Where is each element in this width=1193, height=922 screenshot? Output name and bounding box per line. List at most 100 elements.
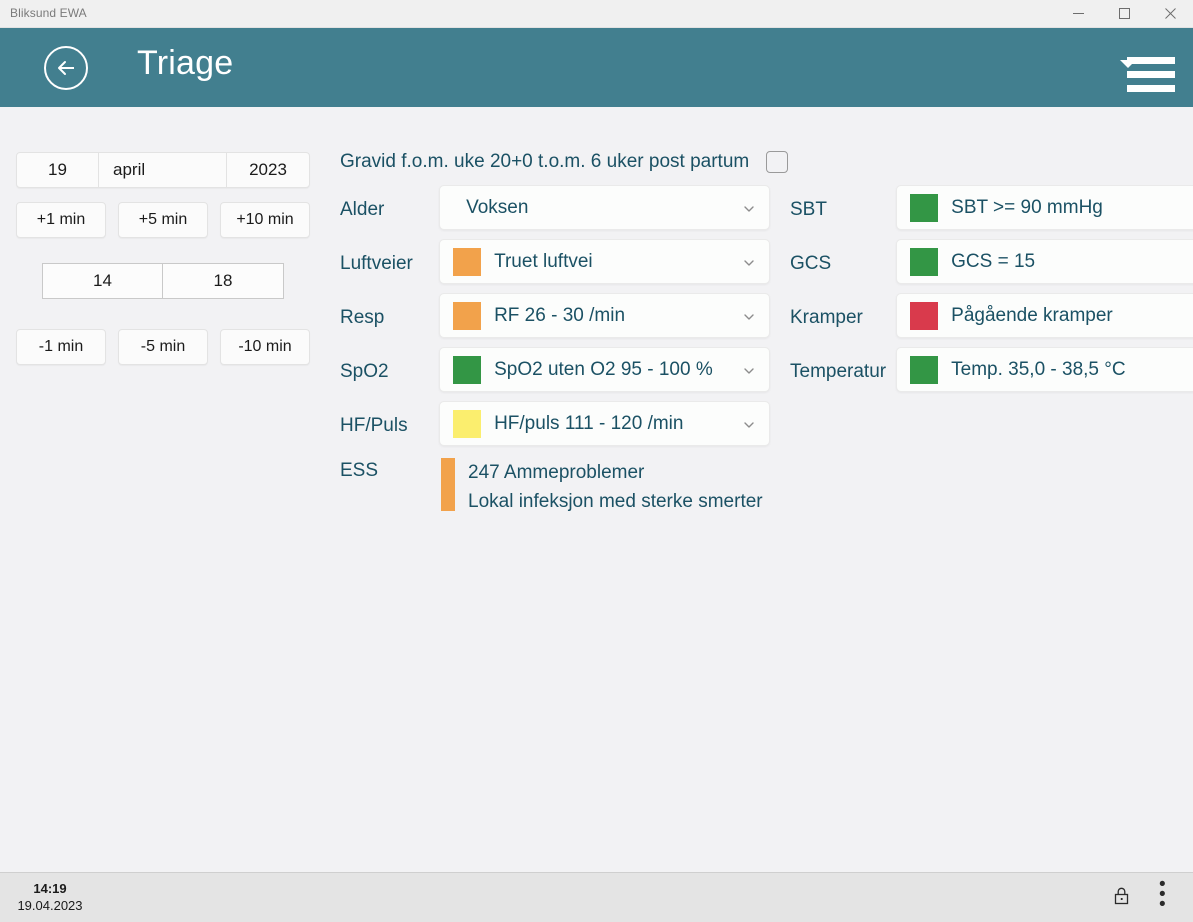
luftveier-color-swatch [453,247,482,276]
luftveier-value: Truet luftvei [494,250,593,272]
gravid-row: Gravid f.o.m. uke 20+0 t.o.m. 6 uker pos… [340,151,789,173]
overflow-button[interactable]: • • • [1159,874,1183,915]
time-field-group: 14 18 [42,263,284,299]
taskbar-clock[interactable]: 14:19 19.04.2023 [12,880,88,914]
resp-value: RF 26 - 30 /min [494,304,626,326]
field-kramper: Kramper Pågående kramper [790,293,1193,338]
gravid-label: Gravid f.o.m. uke 20+0 t.o.m. 6 uker pos… [340,151,750,172]
sbt-value: SBT >= 90 mmHg [951,196,1103,218]
time-minute-input[interactable]: 18 [163,264,283,298]
field-gcs: GCS GCS = 15 [790,239,1193,284]
field-label-alder: Alder [340,199,385,220]
date-field-group: 19 april 2023 [16,152,310,188]
ess-line-2: Lokal infeksjon med sterke smerter [468,491,763,512]
chevron-down-icon [744,422,754,428]
window-controls [1055,0,1193,27]
spo2-color-swatch [453,355,482,384]
field-label-resp: Resp [340,307,385,328]
back-button[interactable] [44,46,88,90]
sbt-select[interactable]: SBT >= 90 mmHg [896,185,1193,230]
field-label-ess: ESS [340,460,379,481]
ess-color-swatch [441,458,455,511]
hf-puls-value: HF/puls 111 - 120 /min [494,412,684,434]
field-label-kramper: Kramper [790,307,863,328]
field-alder: Alder Voksen [340,185,770,230]
add-minutes-button-row: +1 min +5 min +10 min [16,202,310,238]
subtract-10-min-button[interactable]: -10 min [220,329,310,365]
chevron-down-icon [744,314,754,320]
field-spo2: SpO2 SpO2 uten O2 95 - 100 % [340,347,770,392]
kramper-color-swatch [910,301,939,330]
spo2-select[interactable]: SpO2 uten O2 95 - 100 % [439,347,770,392]
field-ess: ESS 247 Ammeproblemer Lokal infeksjon me… [340,458,770,516]
kramper-select[interactable]: Pågående kramper [896,293,1193,338]
close-button[interactable] [1147,0,1193,27]
close-icon [1164,8,1176,19]
triage-fields-right: SBT SBT >= 90 mmHg GCS GCS = 15 Kramper … [790,185,1193,401]
alder-select[interactable]: Voksen [439,185,770,230]
chevron-down-icon [744,260,754,266]
field-label-hf-puls: HF/Puls [340,415,408,436]
subtract-1-min-button[interactable]: -1 min [16,329,106,365]
subtract-minutes-button-row: -1 min -5 min -10 min [16,329,310,365]
date-year-input[interactable]: 2023 [227,153,309,187]
field-label-temperatur: Temperatur [790,361,887,382]
minimize-button[interactable] [1055,0,1101,27]
luftveier-select[interactable]: Truet luftvei [439,239,770,284]
lock-icon[interactable] [1109,882,1133,908]
resp-color-swatch [453,301,482,330]
kramper-value: Pågående kramper [951,304,1113,326]
field-label-gcs: GCS [790,253,832,274]
add-5-min-button[interactable]: +5 min [118,202,208,238]
gcs-value: GCS = 15 [951,250,1036,272]
main-content: 19 april 2023 +1 min +5 min +10 min 14 1… [0,107,1193,872]
subtract-5-min-button[interactable]: -5 min [118,329,208,365]
system-tray: • • • [1109,874,1183,915]
resp-select[interactable]: RF 26 - 30 /min [439,293,770,338]
add-1-min-button[interactable]: +1 min [16,202,106,238]
field-label-spo2: SpO2 [340,361,389,382]
field-sbt: SBT SBT >= 90 mmHg [790,185,1193,230]
os-taskbar: 14:19 19.04.2023 • • • [0,872,1193,922]
page-title: Triage [137,44,234,82]
application-window: Bliksund EWA Triage 19 april 2023 +1 min… [0,0,1193,922]
temperatur-value: Temp. 35,0 - 38,5 °C [951,358,1126,380]
date-month-input[interactable]: april [99,153,227,187]
field-label-luftveier: Luftveier [340,253,413,274]
padlock-icon [1114,887,1128,904]
maximize-button[interactable] [1101,0,1147,27]
hamburger-icon [1127,57,1175,92]
chevron-down-icon [744,206,754,212]
ellipsis-icon: • • • [1159,874,1168,915]
time-hour-input[interactable]: 14 [43,264,163,298]
gcs-select[interactable]: GCS = 15 [896,239,1193,284]
window-title: Bliksund EWA [10,6,87,20]
triage-fields-left: Alder Voksen Luftveier Truet luftvei Res… [340,185,770,516]
gravid-checkbox[interactable] [766,151,789,173]
window-title-bar: Bliksund EWA [0,0,1193,28]
arrow-left-icon [58,61,74,75]
ess-text-block[interactable]: 247 Ammeproblemer Lokal infeksjon med st… [468,458,763,516]
gcs-color-swatch [910,247,939,276]
app-header: Triage [0,28,1193,107]
sbt-color-swatch [910,193,939,222]
spo2-value: SpO2 uten O2 95 - 100 % [494,358,713,380]
taskbar-time: 14:19 [33,881,67,896]
ess-line-1: 247 Ammeproblemer [468,462,645,483]
field-resp: Resp RF 26 - 30 /min [340,293,770,338]
date-day-input[interactable]: 19 [17,153,99,187]
chevron-down-icon [744,368,754,374]
hf-puls-color-swatch [453,409,482,438]
alder-value: Voksen [466,196,529,218]
menu-button[interactable] [1103,50,1183,92]
taskbar-date: 19.04.2023 [17,898,83,913]
add-10-min-button[interactable]: +10 min [220,202,310,238]
temperatur-select[interactable]: Temp. 35,0 - 38,5 °C [896,347,1193,392]
field-hf-puls: HF/Puls HF/puls 111 - 120 /min [340,401,770,446]
field-temperatur: Temperatur Temp. 35,0 - 38,5 °C [790,347,1193,392]
minimize-icon [1072,13,1084,14]
hf-puls-select[interactable]: HF/puls 111 - 120 /min [439,401,770,446]
field-luftveier: Luftveier Truet luftvei [340,239,770,284]
maximize-icon [1118,8,1130,19]
field-label-sbt: SBT [790,199,827,220]
